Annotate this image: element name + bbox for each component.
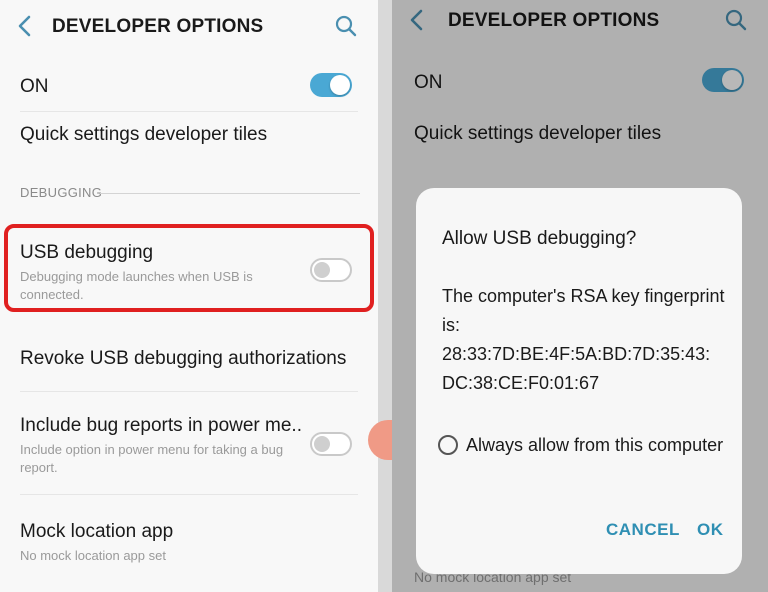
allow-usb-debugging-dialog: Allow USB debugging? The computer's RSA … — [416, 188, 742, 574]
divider — [20, 111, 358, 112]
dialog-message: The computer's RSA key fingerprint is: 2… — [442, 282, 732, 398]
developer-options-screen-with-dialog: DEVELOPER OPTIONS ON Quick settings deve… — [392, 0, 768, 592]
master-switch-label: ON — [20, 76, 49, 97]
quick-settings-tiles-item[interactable]: Quick settings developer tiles — [20, 124, 267, 146]
mock-location-label[interactable]: Mock location app — [20, 521, 173, 543]
back-arrow-icon[interactable] — [14, 14, 36, 38]
rsa-fingerprint: 28:33:7D:BE:4F:5A:BD:7D:35:43:DC:38:CE:F… — [442, 344, 711, 393]
bug-reports-toggle[interactable] — [310, 432, 352, 456]
mock-location-description: No mock location app set — [20, 548, 166, 563]
master-toggle[interactable] — [310, 73, 352, 97]
divider — [20, 391, 358, 392]
cancel-button[interactable]: CANCEL — [606, 520, 680, 540]
always-allow-label[interactable]: Always allow from this computer — [466, 435, 723, 456]
divider — [20, 494, 358, 495]
debugging-section-header: DEBUGGING — [20, 185, 103, 200]
page-title: DEVELOPER OPTIONS — [52, 16, 264, 37]
bug-reports-description: Include option in power menu for taking … — [20, 442, 284, 475]
red-highlight-box — [4, 224, 374, 312]
always-allow-checkbox[interactable] — [438, 435, 458, 455]
dialog-title: Allow USB debugging? — [442, 228, 637, 249]
app-bar: DEVELOPER OPTIONS — [0, 0, 378, 56]
ok-button[interactable]: OK — [697, 520, 724, 540]
developer-options-screen: DEVELOPER OPTIONS ON Quick settings deve… — [0, 0, 378, 592]
section-divider — [100, 193, 360, 194]
fingerprint-intro: The computer's RSA key fingerprint is: — [442, 286, 725, 335]
bug-reports-label[interactable]: Include bug reports in power me.. — [20, 415, 302, 437]
search-icon[interactable] — [334, 14, 358, 38]
revoke-usb-authorizations-item[interactable]: Revoke USB debugging authorizations — [20, 348, 346, 370]
